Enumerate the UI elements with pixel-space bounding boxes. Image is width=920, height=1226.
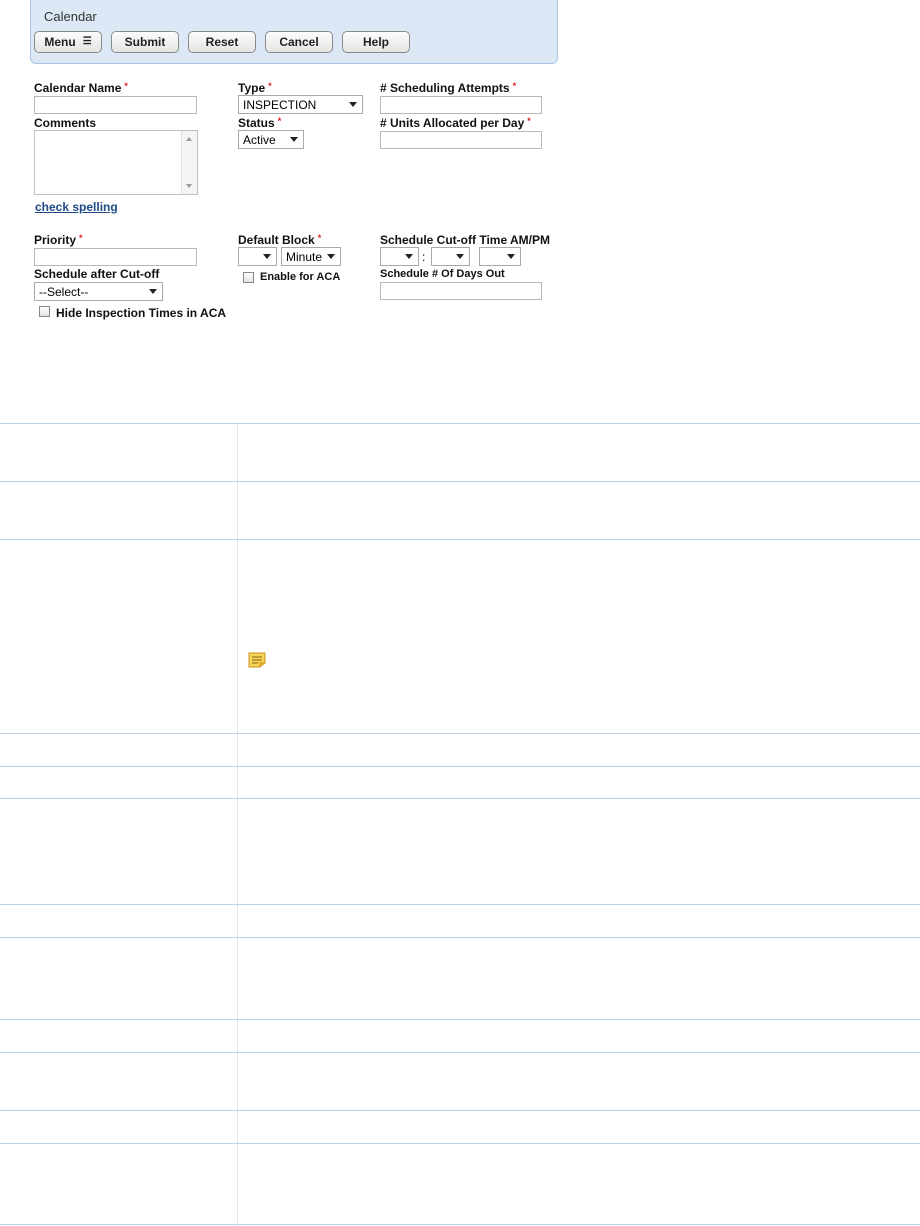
status-select-value: Active [243, 132, 276, 147]
grid-row-divider [0, 798, 920, 799]
scroll-down-icon[interactable] [186, 184, 192, 188]
grid-row-divider [0, 1143, 920, 1144]
grid-row-divider [0, 904, 920, 905]
priority-label: Priority * [34, 233, 83, 247]
grid-row-divider [0, 539, 920, 540]
days-out-input[interactable] [380, 282, 542, 300]
help-button[interactable]: Help [342, 31, 410, 53]
schedule-after-cutoff-label: Schedule after Cut-off [34, 267, 160, 281]
comments-label: Comments [34, 116, 97, 130]
grid-row-divider [0, 1110, 920, 1111]
units-per-day-input[interactable] [380, 131, 542, 149]
status-select[interactable]: Active [238, 130, 304, 149]
check-spelling-link[interactable]: check spelling [35, 200, 118, 214]
type-select-value: INSPECTION [243, 97, 317, 112]
chevron-down-icon [456, 254, 464, 259]
units-per-day-label: # Units Allocated per Day * [380, 116, 531, 130]
calendar-toolbar: Calendar Menu ☰ Submit Reset Cancel Help [30, 0, 558, 64]
schedule-after-cutoff-value: --Select-- [39, 284, 89, 299]
grid-row-divider [0, 423, 920, 424]
grid-row-divider [0, 766, 920, 767]
menu-button[interactable]: Menu ☰ [34, 31, 102, 53]
time-separator: : [422, 250, 426, 264]
comments-scrollbar[interactable] [181, 131, 197, 194]
grid-row-divider [0, 937, 920, 938]
chevron-down-icon [405, 254, 413, 259]
type-label: Type * [238, 81, 272, 95]
chevron-down-icon [349, 102, 357, 107]
days-out-label: Schedule # Of Days Out [380, 268, 505, 280]
cutoff-hour-select[interactable] [380, 247, 419, 266]
schedule-after-cutoff-select[interactable]: --Select-- [34, 282, 163, 301]
default-block-unit-select[interactable]: Minute [281, 247, 341, 266]
default-block-unit-value: Minute [286, 249, 323, 264]
chevron-down-icon [507, 254, 515, 259]
calendar-name-label: Calendar Name * [34, 81, 128, 95]
note-icon[interactable] [248, 652, 266, 671]
cancel-button[interactable]: Cancel [265, 31, 333, 53]
enable-aca-checkbox[interactable] [243, 272, 254, 283]
cutoff-time-label: Schedule Cut-off Time AM/PM [380, 233, 551, 247]
grid-row-divider [0, 1224, 920, 1225]
hide-times-checkbox[interactable] [39, 306, 50, 317]
type-select[interactable]: INSPECTION [238, 95, 363, 114]
grid-row-divider [0, 1019, 920, 1020]
scheduling-attempts-input[interactable] [380, 96, 542, 114]
cutoff-minute-select[interactable] [431, 247, 470, 266]
comments-textarea[interactable] [34, 130, 198, 195]
grid-column-divider [237, 423, 238, 1226]
chevron-down-icon [290, 137, 298, 142]
scheduling-attempts-label: # Scheduling Attempts * [380, 81, 517, 95]
reset-button[interactable]: Reset [188, 31, 256, 53]
page-title: Calendar [44, 9, 97, 24]
cutoff-ampm-select[interactable] [479, 247, 521, 266]
status-label: Status * [238, 116, 282, 130]
submit-button[interactable]: Submit [111, 31, 179, 53]
chevron-down-icon [149, 289, 157, 294]
grid-row-divider [0, 1052, 920, 1053]
default-block-value-select[interactable] [238, 247, 277, 266]
default-block-label: Default Block * [238, 233, 322, 247]
grid-row-divider [0, 481, 920, 482]
hide-times-label: Hide Inspection Times in ACA [56, 306, 227, 320]
enable-aca-label: Enable for ACA [260, 271, 341, 283]
menu-dropdown-icon: ☰ [82, 36, 92, 47]
calendar-name-input[interactable] [34, 96, 197, 114]
chevron-down-icon [263, 254, 271, 259]
grid-row-divider [0, 733, 920, 734]
scroll-up-icon[interactable] [186, 137, 192, 141]
chevron-down-icon [327, 254, 335, 259]
menu-button-label: Menu [44, 35, 76, 49]
priority-input[interactable] [34, 248, 197, 266]
